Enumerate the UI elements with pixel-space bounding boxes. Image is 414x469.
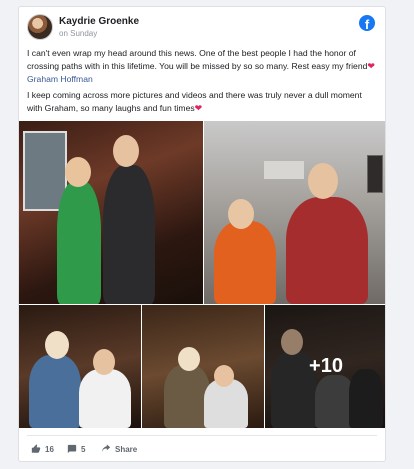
photo-person-head [45,331,69,359]
photo-person [214,221,276,304]
comment-count: 5 [81,444,86,454]
author-name[interactable]: Kaydrie Groenke [59,16,139,27]
share-icon [101,444,111,453]
heart-icon: ❤ [194,103,203,114]
share-label: Share [115,444,138,454]
avatar[interactable] [27,14,53,40]
more-photos-overlay[interactable]: +10 [265,305,385,428]
post-body: I can't even wrap my head around this ne… [27,47,377,119]
more-photos-count: +10 [309,355,343,377]
photo-person-head [214,365,234,387]
photo-person [29,355,81,428]
comment-icon [67,444,77,454]
facebook-icon[interactable]: f [359,15,375,31]
like-button[interactable]: 16 [31,444,54,454]
photo-frame [367,155,383,193]
post-photo-3[interactable] [19,305,141,428]
heart-icon: ❤ [367,60,375,71]
photo-person [57,181,101,304]
photo-person-head [178,347,200,371]
post-paragraph-1: I can't even wrap my head around this ne… [27,47,377,85]
comment-button[interactable]: 5 [67,444,85,454]
post-paragraph-2: I keep coming across more pictures and v… [27,89,377,115]
photo-person-head [113,135,139,167]
post-date[interactable]: on Sunday [59,29,97,38]
like-count: 16 [45,444,54,454]
photo-person-head [308,163,338,199]
photo-person [286,197,368,304]
post-photo-4[interactable] [142,305,264,428]
photo-person-head [65,157,91,187]
like-icon [31,444,41,453]
photo-person-head [93,349,115,375]
photo-person [103,165,155,304]
mention-link[interactable]: Graham Hoffman [27,74,93,84]
post-header: Kaydrie Groenke on Sunday f [27,14,377,44]
post-photo-2[interactable] [204,121,385,304]
post-card: Kaydrie Groenke on Sunday f I can't even… [18,6,386,462]
paragraph-1-text: I can't even wrap my head around this ne… [27,48,368,71]
share-button[interactable]: Share [101,444,137,454]
post-footer: 16 5 Share [27,435,377,455]
post-photo-1[interactable] [19,121,203,304]
photo-person-head [228,199,254,229]
photo-light [264,161,304,179]
photo-person [79,369,131,428]
post-photo-5[interactable]: +10 [265,305,385,428]
